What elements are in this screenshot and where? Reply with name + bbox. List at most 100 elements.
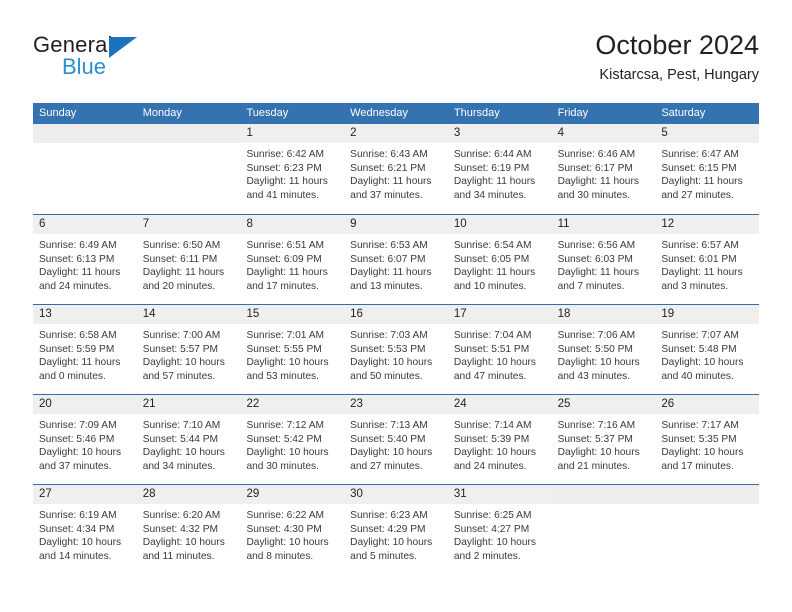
day-cell-body: Sunrise: 7:03 AM Sunset: 5:53 PM Daylight:… [344, 324, 448, 383]
daylight-text-line1: Daylight: 10 hours [661, 447, 744, 459]
day-cell[interactable]: 19 Sunrise: 7:07 AM Sunset: 5:48 PM Dayligh… [655, 305, 760, 394]
day-cell-body: Sunrise: 7:07 AM Sunset: 5:48 PM Daylight:… [655, 324, 759, 383]
daylight-text-line2: and 0 minutes. [39, 370, 106, 382]
daylight-text-line1: Daylight: 11 hours [246, 267, 328, 279]
day-number: 21 [142, 398, 156, 410]
sunset-text: Sunset: 5:44 PM [142, 433, 219, 445]
day-number-band: 15 [240, 305, 345, 324]
day-cell[interactable]: 5 Sunrise: 6:47 AM Sunset: 6:15 PM Daylight… [655, 124, 760, 214]
day-cell[interactable]: 3 Sunrise: 6:44 AM Sunset: 6:19 PM Daylight… [447, 124, 552, 214]
day-cell-body [33, 143, 137, 148]
day-cell-body: Sunrise: 7:06 AM Sunset: 5:50 PM Daylight:… [552, 324, 656, 383]
day-number-band: 18 [551, 305, 656, 324]
day-cell[interactable]: 30 Sunrise: 6:23 AM Sunset: 4:29 PM Dayligh… [344, 485, 448, 574]
day-number: 24 [453, 398, 467, 410]
weekday-header-tuesday: Tuesday [246, 107, 289, 119]
daylight-text-line1: Daylight: 10 hours [246, 447, 329, 459]
day-cell-body: Sunrise: 6:42 AM Sunset: 6:23 PM Daylight:… [240, 143, 344, 202]
day-cell[interactable]: 11 Sunrise: 6:56 AM Sunset: 6:03 PM Dayligh… [551, 215, 656, 304]
day-cell[interactable]: 14 Sunrise: 7:00 AM Sunset: 5:57 PM Dayligh… [136, 305, 241, 394]
day-number: 7 [142, 218, 150, 230]
day-cell[interactable]: 4 Sunrise: 6:46 AM Sunset: 6:17 PM Daylight… [551, 124, 656, 214]
day-number-band: 27 [33, 485, 137, 504]
day-cell[interactable]: 29 Sunrise: 6:22 AM Sunset: 4:30 PM Dayligh… [240, 485, 345, 574]
daylight-text-line1: Daylight: 10 hours [246, 537, 329, 549]
sunrise-text: Sunrise: 6:58 AM [39, 330, 117, 341]
day-cell-empty [551, 485, 656, 574]
daylight-text-line2: and 13 minutes. [350, 280, 423, 292]
daylight-text-line2: and 41 minutes. [246, 189, 319, 201]
day-number: 27 [39, 488, 52, 500]
day-cell[interactable]: 8 Sunrise: 6:51 AM Sunset: 6:09 PM Daylight… [240, 215, 345, 304]
day-cell[interactable]: 13 Sunrise: 6:58 AM Sunset: 5:59 PM Dayligh… [33, 305, 137, 394]
sunset-text: Sunset: 5:35 PM [661, 433, 737, 445]
daylight-text-line1: Daylight: 10 hours [557, 357, 640, 369]
day-number-band: 13 [33, 305, 137, 324]
day-number-band: 20 [33, 395, 137, 414]
sunset-text: Sunset: 6:13 PM [39, 253, 115, 265]
day-cell[interactable]: 9 Sunrise: 6:53 AM Sunset: 6:07 PM Daylight… [344, 215, 448, 304]
day-number: 15 [246, 308, 260, 320]
day-cell[interactable]: 16 Sunrise: 7:03 AM Sunset: 5:53 PM Dayligh… [344, 305, 448, 394]
sunrise-text: Sunrise: 6:19 AM [39, 510, 117, 521]
day-cell[interactable]: 23 Sunrise: 7:13 AM Sunset: 5:40 PM Dayligh… [344, 395, 448, 484]
daylight-text-line2: and 17 minutes. [661, 460, 734, 472]
sunset-text: Sunset: 6:15 PM [661, 162, 737, 174]
daylight-text-line2: and 30 minutes. [557, 189, 631, 201]
day-cell[interactable]: 27 Sunrise: 6:19 AM Sunset: 4:34 PM Dayligh… [33, 485, 137, 574]
day-cell[interactable]: 1 Sunrise: 6:42 AM Sunset: 6:23 PM Daylight… [240, 124, 345, 214]
day-number-band: 24 [447, 395, 552, 414]
day-number: 16 [350, 308, 363, 320]
calendar-grid: Sunday Monday Tuesday Wednesday Thursday Frid… [33, 103, 760, 574]
daylight-text-line2: and 27 minutes. [661, 189, 734, 201]
day-cell[interactable]: 18 Sunrise: 7:06 AM Sunset: 5:50 PM Dayligh… [551, 305, 656, 394]
day-cell-body: Sunrise: 7:14 AM Sunset: 5:39 PM Daylight:… [448, 414, 552, 473]
day-cell[interactable]: 15 Sunrise: 7:01 AM Sunset: 5:55 PM Dayligh… [240, 305, 345, 394]
day-cell[interactable]: 28 Sunrise: 6:20 AM Sunset: 4:32 PM Dayligh… [136, 485, 241, 574]
day-cell[interactable]: 21 Sunrise: 7:10 AM Sunset: 5:44 PM Dayligh… [136, 395, 241, 484]
day-cell[interactable]: 6 Sunrise: 6:49 AM Sunset: 6:13 PM Daylight… [33, 215, 137, 304]
day-cell-body: Sunrise: 6:19 AM Sunset: 4:34 PM Daylight:… [33, 504, 137, 563]
day-cell-body: Sunrise: 6:51 AM Sunset: 6:09 PM Daylight:… [240, 234, 344, 293]
day-number: 6 [39, 218, 46, 230]
sunset-text: Sunset: 5:39 PM [453, 433, 530, 445]
day-number: 1 [246, 127, 253, 139]
brand-name-bottom: Blue [62, 54, 107, 79]
day-number: 23 [350, 398, 363, 410]
day-cell[interactable]: 22 Sunrise: 7:12 AM Sunset: 5:42 PM Dayligh… [240, 395, 345, 484]
day-number-band: 14 [136, 305, 241, 324]
day-cell[interactable]: 24 Sunrise: 7:14 AM Sunset: 5:39 PM Dayligh… [447, 395, 552, 484]
day-cell-body: Sunrise: 7:12 AM Sunset: 5:42 PM Daylight:… [240, 414, 344, 473]
sunrise-text: Sunrise: 6:23 AM [350, 510, 428, 521]
day-number: 10 [453, 218, 467, 230]
sunset-text: Sunset: 5:42 PM [246, 433, 322, 445]
daylight-text-line2: and 10 minutes. [453, 280, 527, 292]
calendar-week-row: 13 Sunrise: 6:58 AM Sunset: 5:59 PM Dayligh… [33, 304, 760, 394]
day-cell-body: Sunrise: 7:00 AM Sunset: 5:57 PM Daylight:… [137, 324, 241, 383]
day-cell[interactable]: 26 Sunrise: 7:17 AM Sunset: 5:35 PM Dayligh… [655, 395, 760, 484]
day-cell[interactable]: 31 Sunrise: 6:25 AM Sunset: 4:27 PM Dayligh… [447, 485, 552, 574]
day-cell[interactable]: 25 Sunrise: 7:16 AM Sunset: 5:37 PM Dayligh… [551, 395, 656, 484]
day-cell[interactable]: 2 Sunrise: 6:43 AM Sunset: 6:21 PM Daylight… [344, 124, 448, 214]
day-number-band: 6 [33, 215, 137, 234]
day-number-band [136, 124, 241, 143]
sunrise-text: Sunrise: 6:47 AM [661, 149, 739, 160]
daylight-text-line1: Daylight: 10 hours [350, 447, 433, 459]
day-number-band: 12 [655, 215, 760, 234]
sunrise-text: Sunrise: 7:16 AM [557, 420, 636, 431]
day-cell[interactable]: 7 Sunrise: 6:50 AM Sunset: 6:11 PM Daylight… [136, 215, 241, 304]
sunset-text: Sunset: 6:17 PM [557, 162, 633, 174]
daylight-text-line2: and 21 minutes. [557, 460, 631, 472]
day-number: 22 [246, 398, 260, 410]
daylight-text-line2: and 57 minutes. [142, 370, 216, 382]
daylight-text-line2: and 47 minutes. [453, 370, 527, 382]
day-cell[interactable]: 17 Sunrise: 7:04 AM Sunset: 5:51 PM Dayligh… [447, 305, 552, 394]
day-cell[interactable]: 20 Sunrise: 7:09 AM Sunset: 5:46 PM Dayligh… [33, 395, 137, 484]
day-number-band: 3 [447, 124, 552, 143]
day-cell[interactable]: 10 Sunrise: 6:54 AM Sunset: 6:05 PM Dayligh… [447, 215, 552, 304]
daylight-text-line1: Daylight: 11 hours [246, 176, 328, 188]
brand-logo[interactable]: General Blue [33, 32, 223, 84]
day-cell[interactable]: 12 Sunrise: 6:57 AM Sunset: 6:01 PM Dayligh… [655, 215, 760, 304]
daylight-text-line2: and 24 minutes. [453, 460, 527, 472]
weekday-header-monday: Monday [142, 107, 182, 119]
